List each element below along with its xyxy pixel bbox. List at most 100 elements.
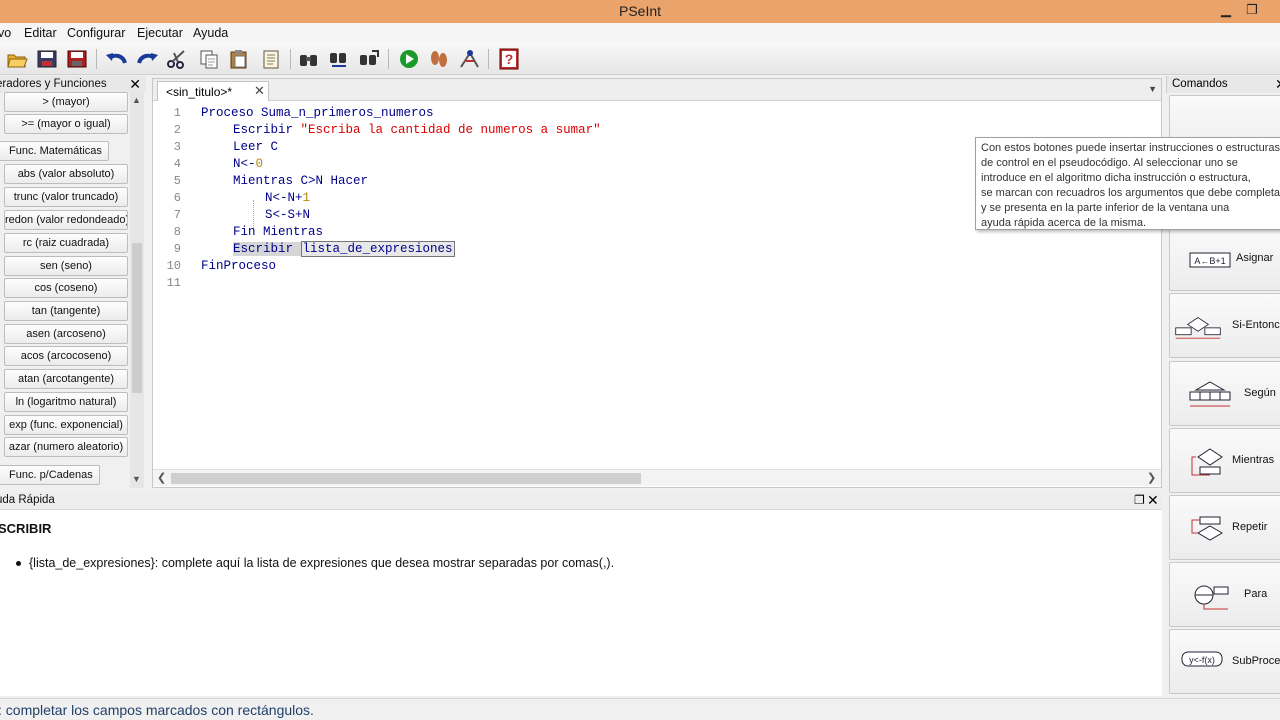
line-number: 2 [173, 123, 181, 137]
command-label: Repetir [1232, 521, 1268, 533]
debug-icon[interactable] [456, 47, 482, 71]
tab-sin-titulo[interactable]: <sin_titulo>* ✕ [157, 81, 269, 101]
code-line-5: Mientras C>N Hacer [233, 174, 369, 188]
command-asignar-button[interactable]: A←B+1 Asignar [1169, 226, 1280, 291]
code-line-9: Escribir lista_de_expresiones [233, 241, 455, 257]
line-number: 3 [173, 140, 181, 154]
command-para-button[interactable]: Para [1169, 562, 1280, 627]
code-string: "Escriba la cantidad de numeros a sumar" [300, 123, 601, 137]
func-tan-button[interactable]: tan (tangente) [4, 301, 128, 321]
close-icon[interactable]: ✕ [1147, 492, 1159, 509]
func-ln-button[interactable]: ln (logaritmo natural) [4, 392, 128, 412]
command-si-entonces-button[interactable]: Si-Entonces [1169, 293, 1280, 358]
command-subproceso-button[interactable]: y<-f(x) SubProceso [1169, 629, 1280, 694]
while-icon [1191, 448, 1223, 476]
func-acos-button[interactable]: acos (arcocoseno) [4, 346, 128, 366]
assign-icon: A←B+1 [1189, 252, 1231, 268]
window-title: PSeInt [618, 3, 662, 19]
close-icon[interactable]: ✕ [129, 76, 141, 93]
replace-icon[interactable] [326, 47, 352, 71]
paste-icon[interactable] [226, 47, 252, 71]
run-icon[interactable] [396, 47, 422, 71]
close-icon[interactable]: ✕ [1275, 76, 1280, 93]
cut-icon[interactable] [164, 47, 190, 71]
maximize-icon[interactable]: ❐ [1134, 493, 1145, 507]
save-icon[interactable] [34, 47, 60, 71]
tooltip-line: se marcan con recuadros los argumentos q… [981, 187, 1280, 199]
func-trunc-button[interactable]: trunc (valor truncado) [4, 187, 128, 207]
category-func-cadenas[interactable]: Func. p/Cadenas [0, 465, 100, 485]
op-mayor-igual-button[interactable]: >= (mayor o igual) [4, 114, 128, 134]
command-repetir-button[interactable]: Repetir [1169, 495, 1280, 560]
undo-icon[interactable] [104, 47, 130, 71]
save-as-icon[interactable] [64, 47, 90, 71]
scroll-thumb[interactable] [132, 243, 142, 393]
scroll-thumb[interactable] [171, 473, 641, 484]
close-tab-icon[interactable]: ✕ [254, 83, 265, 99]
scroll-up-icon[interactable]: ▲ [132, 95, 141, 105]
next-icon[interactable] [356, 47, 382, 71]
command-label: Para [1244, 588, 1268, 600]
code-line-2: Escribir "Escriba la cantidad de numeros… [233, 123, 601, 137]
open-icon[interactable] [4, 47, 30, 71]
horizontal-scrollbar[interactable]: ❮ ❯ [153, 469, 1161, 486]
panel-title: eradores y Funciones [0, 78, 107, 90]
func-asen-button[interactable]: asen (arcoseno) [4, 324, 128, 344]
code-line-10: FinProceso [201, 259, 277, 273]
command-segun-button[interactable]: Según [1169, 361, 1280, 426]
code-line-1: Proceso Suma_n_primeros_numeros [201, 106, 434, 120]
line-number: 6 [173, 191, 181, 205]
operators-functions-panel: eradores y Funciones ✕ > (mayor) >= (may… [0, 76, 146, 488]
scroll-left-icon[interactable]: ❮ [157, 471, 166, 484]
redo-icon[interactable] [134, 47, 160, 71]
command-label: Asignar [1236, 252, 1274, 264]
func-rc-button[interactable]: rc (raiz cuadrada) [4, 233, 128, 253]
tooltip-line: y se presenta en la parte inferior de la… [981, 202, 1230, 214]
op-mayor-button[interactable]: > (mayor) [4, 92, 128, 112]
menu-configurar[interactable]: Configurar [67, 26, 125, 40]
status-text: : completar los campos marcados con rect… [0, 702, 314, 718]
edit-icon[interactable] [258, 47, 284, 71]
copy-icon[interactable] [196, 47, 222, 71]
tab-list-icon[interactable]: ▼ [1148, 84, 1157, 94]
left-scrollbar[interactable]: ▲ ▼ [130, 93, 144, 488]
panel-header: Comandos ✕ [1166, 76, 1280, 93]
step-icon[interactable] [426, 47, 452, 71]
line-number: 7 [173, 208, 181, 222]
code-line-4: N<-0 [233, 157, 263, 171]
func-abs-button[interactable]: abs (valor absoluto) [4, 164, 128, 184]
minimize-button[interactable]: ▁ [1216, 2, 1236, 20]
switch-icon [1189, 381, 1231, 407]
panel-title: Comandos [1172, 78, 1228, 90]
menu-editar[interactable]: Editar [24, 26, 57, 40]
search-icon[interactable] [296, 47, 322, 71]
line-number: 9 [173, 242, 181, 256]
func-exp-button[interactable]: exp (func. exponencial) [4, 415, 128, 435]
menu-ayuda[interactable]: Ayuda [193, 26, 228, 40]
menu-archivo[interactable]: vo [0, 26, 11, 40]
menu-bar: vo Editar Configurar Ejecutar Ayuda [0, 23, 1280, 43]
panel-header: uda Rápida ❐ ✕ [0, 492, 1162, 510]
line-number: 10 [166, 259, 181, 273]
command-label: Mientras [1232, 454, 1275, 466]
subprocess-icon: y<-f(x) [1181, 651, 1223, 667]
maximize-button[interactable]: ❐ [1242, 2, 1262, 20]
scroll-right-icon[interactable]: ❯ [1147, 471, 1156, 484]
panel-header: eradores y Funciones ✕ [0, 76, 146, 93]
line-number: 5 [173, 174, 181, 188]
func-cos-button[interactable]: cos (coseno) [4, 278, 128, 298]
argument-field[interactable]: lista_de_expresiones [300, 241, 455, 257]
scroll-down-icon[interactable]: ▼ [132, 474, 141, 484]
command-label: SubProceso [1232, 655, 1280, 667]
func-redon-button[interactable]: redon (valor redondeado) [4, 210, 128, 230]
func-atan-button[interactable]: atan (arcotangente) [4, 369, 128, 389]
line-number: 8 [173, 225, 181, 239]
help-item: {lista_de_expresiones}: complete aquí la… [16, 556, 614, 570]
category-func-matematicas[interactable]: Func. Matemáticas [0, 141, 109, 161]
func-sen-button[interactable]: sen (seno) [4, 256, 128, 276]
func-azar-button[interactable]: azar (numero aleatorio) [4, 437, 128, 457]
menu-ejecutar[interactable]: Ejecutar [137, 26, 183, 40]
svg-text:A←B+1: A←B+1 [1194, 256, 1225, 266]
command-mientras-button[interactable]: Mientras [1169, 428, 1280, 493]
help-icon[interactable]: ? [496, 47, 522, 71]
